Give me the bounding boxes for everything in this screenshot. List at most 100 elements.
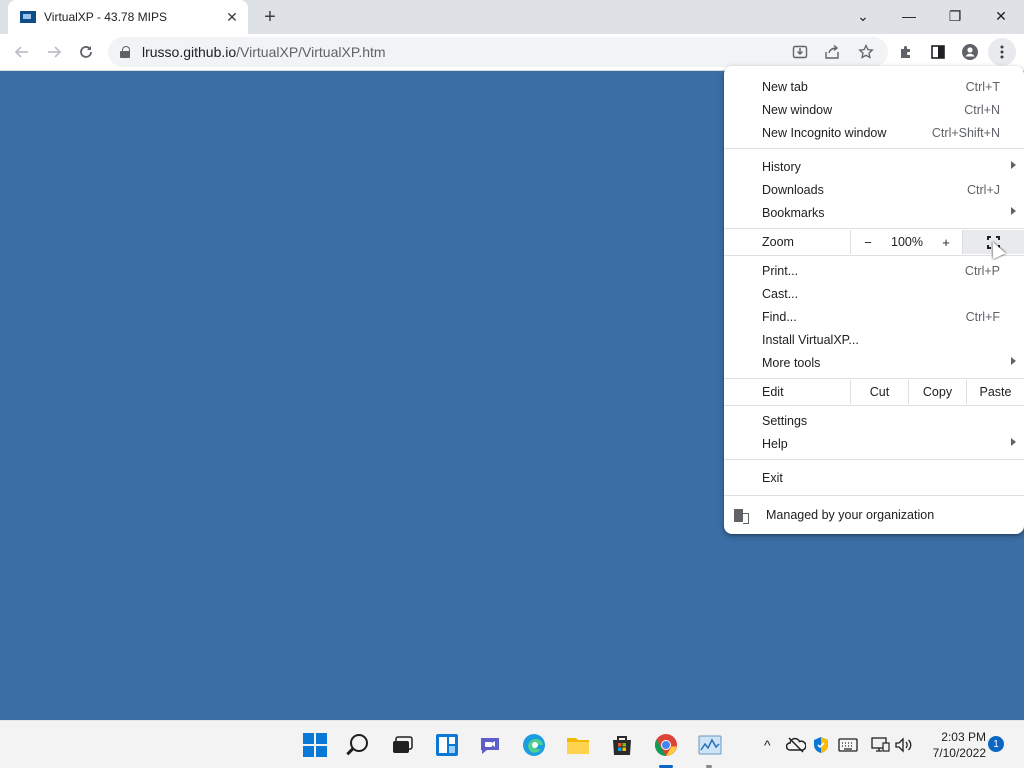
- bookmark-star-button[interactable]: [852, 38, 880, 66]
- profile-button[interactable]: [956, 38, 984, 66]
- extensions-button[interactable]: [892, 38, 920, 66]
- menu-item-new-incognito-window[interactable]: New Incognito window Ctrl+Shift+N: [724, 121, 1024, 144]
- tray-overflow-button[interactable]: ^: [764, 721, 771, 768]
- menu-item-more-tools[interactable]: More tools: [724, 351, 1024, 374]
- zoom-level: 100%: [891, 235, 923, 249]
- tab-title: VirtualXP - 43.78 MIPS: [44, 10, 167, 24]
- reload-icon: [80, 46, 92, 58]
- reload-button[interactable]: [72, 38, 100, 66]
- task-view-button[interactable]: [390, 733, 414, 757]
- folder-icon: [567, 738, 589, 754]
- submenu-arrow-icon: [1011, 438, 1016, 446]
- menu-item-help[interactable]: Help: [724, 432, 1024, 455]
- managed-by-organization[interactable]: Managed by your organization: [724, 503, 1024, 527]
- menu-item-print[interactable]: Print... Ctrl+P: [724, 259, 1024, 282]
- keyboard-icon: [838, 738, 858, 752]
- edit-row: Edit Cut Copy Paste: [724, 380, 1024, 404]
- minimize-button[interactable]: —: [886, 0, 932, 32]
- virtualxp-favicon-icon: [20, 11, 36, 23]
- menu-separator: [724, 148, 1024, 149]
- forward-arrow-icon: [48, 46, 62, 58]
- chrome-menu: New tab Ctrl+T New window Ctrl+N New Incog…: [724, 66, 1024, 534]
- menu-item-settings[interactable]: Settings: [724, 409, 1024, 432]
- share-icon: [825, 44, 839, 59]
- copy-button[interactable]: Copy: [908, 380, 966, 404]
- menu-item-downloads[interactable]: Downloads Ctrl+J: [724, 178, 1024, 201]
- store-button[interactable]: [610, 733, 634, 757]
- tab-search-button[interactable]: ⌄: [840, 0, 886, 32]
- zoom-out-button[interactable]: −: [851, 235, 885, 250]
- edge-button[interactable]: [522, 733, 546, 757]
- url-path: /VirtualXP/VirtualXP.htm: [236, 44, 386, 60]
- share-button[interactable]: [818, 38, 846, 66]
- task-manager-button[interactable]: [698, 733, 722, 757]
- system-clock[interactable]: 2:03 PM 7/10/2022: [920, 729, 986, 761]
- kebab-menu-icon: [1000, 45, 1004, 59]
- menu-item-cast[interactable]: Cast...: [724, 282, 1024, 305]
- managed-label: Managed by your organization: [766, 508, 935, 522]
- paste-button[interactable]: Paste: [966, 380, 1024, 404]
- menu-item-find[interactable]: Find... Ctrl+F: [724, 305, 1024, 328]
- tab-close-icon[interactable]: ✕: [224, 9, 240, 25]
- teams-chat-icon: [481, 738, 499, 754]
- browser-tab[interactable]: VirtualXP - 43.78 MIPS ✕: [8, 0, 248, 34]
- menu-separator: [724, 228, 1024, 229]
- menu-separator: [724, 405, 1024, 406]
- windows-security-button[interactable]: [812, 736, 830, 754]
- file-explorer-button[interactable]: [566, 733, 590, 757]
- zoom-row: Zoom − 100% +: [724, 230, 1024, 254]
- search-icon: [350, 734, 368, 752]
- building-icon: [734, 508, 749, 524]
- chat-button[interactable]: [478, 733, 502, 757]
- lock-icon[interactable]: [120, 46, 130, 58]
- profile-avatar-icon: [962, 44, 978, 60]
- url-host: lrusso.github.io: [142, 44, 237, 60]
- submenu-arrow-icon: [1011, 207, 1016, 215]
- keyboard-button[interactable]: [838, 736, 858, 754]
- volume-button[interactable]: [894, 736, 914, 754]
- network-button[interactable]: [870, 736, 890, 754]
- zoom-in-button[interactable]: +: [929, 235, 963, 250]
- menu-separator: [724, 459, 1024, 460]
- star-icon: [858, 44, 874, 59]
- menu-item-history[interactable]: History: [724, 155, 1024, 178]
- side-panel-icon: [931, 45, 945, 59]
- clock-time: 2:03 PM: [941, 730, 986, 744]
- menu-item-new-window[interactable]: New window Ctrl+N: [724, 98, 1024, 121]
- chevron-up-icon: ^: [764, 737, 771, 753]
- menu-separator: [724, 255, 1024, 256]
- restore-button[interactable]: ❐: [932, 0, 978, 32]
- menu-item-exit[interactable]: Exit: [724, 466, 1024, 489]
- store-icon: [613, 736, 631, 755]
- menu-item-install-virtualxp[interactable]: Install VirtualXP...: [724, 328, 1024, 351]
- puzzle-icon: [901, 46, 910, 58]
- start-button[interactable]: [303, 733, 327, 757]
- submenu-arrow-icon: [1011, 161, 1016, 169]
- zoom-label: Zoom: [762, 235, 794, 249]
- edge-icon: [523, 734, 545, 756]
- forward-button[interactable]: [40, 38, 68, 66]
- clock-date: 7/10/2022: [932, 746, 986, 760]
- speaker-icon: [895, 737, 912, 753]
- back-button[interactable]: [8, 38, 36, 66]
- performance-monitor-icon: [698, 735, 722, 755]
- chrome-taskbar-button[interactable]: [654, 733, 678, 757]
- tab-strip: VirtualXP - 43.78 MIPS ✕ + ⌄ — ❐ ✕: [0, 0, 1024, 34]
- windows-taskbar: ^ 2:03 PM 7/10/2022: [0, 720, 1024, 768]
- chrome-menu-button[interactable]: [988, 38, 1016, 66]
- close-window-button[interactable]: ✕: [978, 0, 1024, 32]
- address-bar[interactable]: lrusso.github.io/VirtualXP/VirtualXP.htm: [108, 37, 888, 67]
- new-tab-button[interactable]: +: [258, 5, 282, 29]
- widgets-button[interactable]: [435, 733, 459, 757]
- onedrive-button[interactable]: [785, 736, 807, 754]
- cut-button[interactable]: Cut: [850, 380, 908, 404]
- menu-item-bookmarks[interactable]: Bookmarks: [724, 201, 1024, 224]
- side-panel-button[interactable]: [924, 38, 952, 66]
- install-app-button[interactable]: [786, 38, 814, 66]
- widgets-icon: [436, 734, 458, 756]
- install-icon: [792, 45, 808, 59]
- task-view-icon: [393, 736, 413, 753]
- menu-item-new-tab[interactable]: New tab Ctrl+T: [724, 75, 1024, 98]
- shield-icon: [814, 737, 828, 753]
- notification-badge[interactable]: 1: [988, 736, 1004, 752]
